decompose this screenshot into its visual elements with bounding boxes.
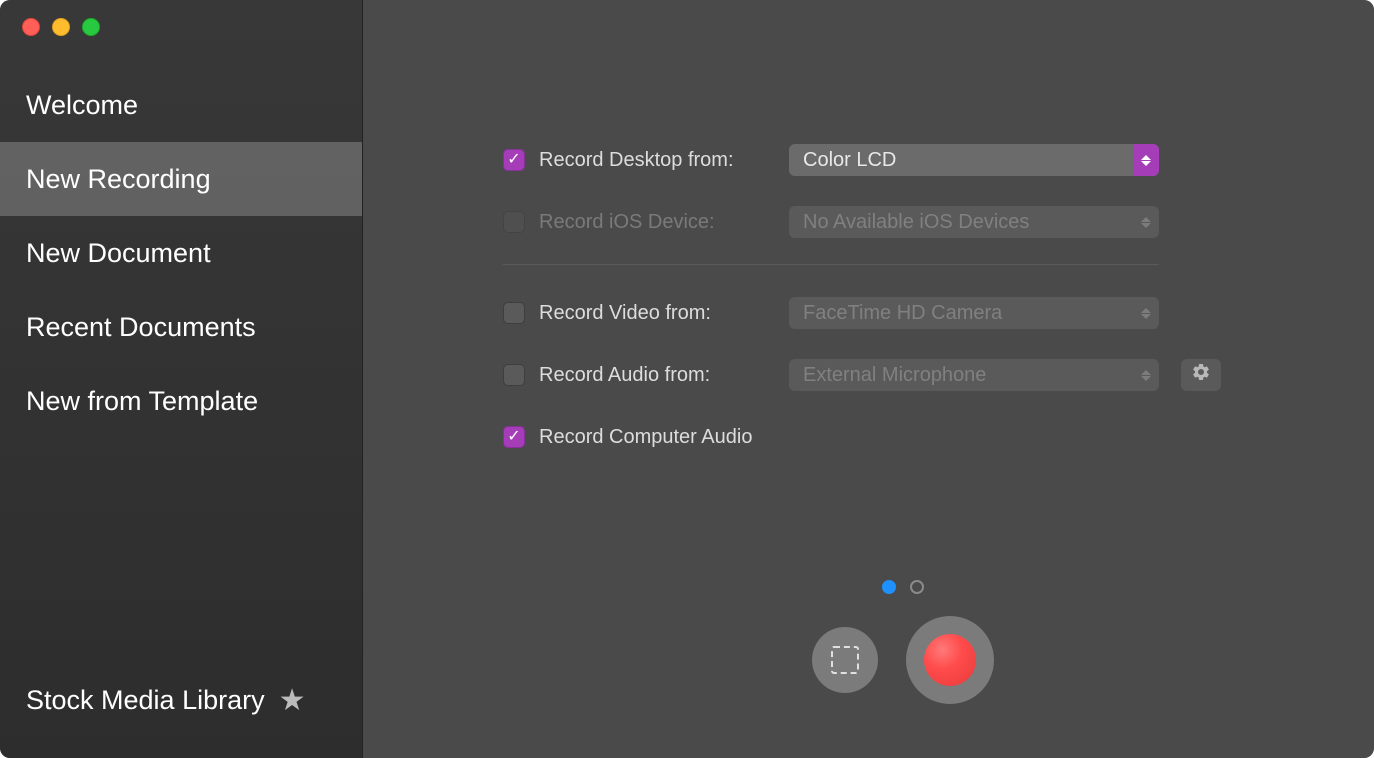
sidebar-item-label: Welcome (26, 90, 138, 121)
bottom-controls (363, 580, 1374, 704)
check-icon: ✓ (507, 152, 520, 168)
select-region-button[interactable] (812, 627, 878, 693)
row-record-audio: Record Audio from: External Microphone (503, 355, 1234, 395)
record-controls (812, 616, 994, 704)
select-value: No Available iOS Devices (803, 211, 1029, 234)
label-record-video: Record Video from: (539, 302, 711, 325)
page-dot-1[interactable] (882, 580, 896, 594)
audio-settings-button[interactable] (1181, 359, 1221, 391)
section-divider (503, 264, 1159, 265)
select-value: External Microphone (803, 364, 986, 387)
fullscreen-window-button[interactable] (82, 18, 100, 36)
page-dot-2[interactable] (910, 580, 924, 594)
row-record-ios: Record iOS Device: No Available iOS Devi… (503, 202, 1234, 242)
select-record-audio[interactable]: External Microphone (789, 359, 1159, 391)
select-record-ios: No Available iOS Devices (789, 206, 1159, 238)
select-stepper-icon (1133, 359, 1159, 391)
checkbox-record-audio[interactable] (503, 364, 525, 386)
close-window-button[interactable] (22, 18, 40, 36)
row-record-video: Record Video from: FaceTime HD Camera (503, 293, 1234, 333)
star-icon: ★ (279, 683, 306, 718)
checkbox-record-computer-audio[interactable]: ✓ (503, 426, 525, 448)
selection-marquee-icon (831, 646, 859, 674)
sidebar-item-new-recording[interactable]: New Recording (0, 142, 362, 216)
record-icon (924, 634, 976, 686)
sidebar-item-label: New Document (26, 238, 211, 269)
sidebar-nav: Welcome New Recording New Document Recen… (0, 68, 362, 438)
select-value: Color LCD (803, 149, 896, 172)
label-record-audio: Record Audio from: (539, 364, 710, 387)
select-record-desktop[interactable]: Color LCD (789, 144, 1159, 176)
app-window: Welcome New Recording New Document Recen… (0, 0, 1374, 758)
minimize-window-button[interactable] (52, 18, 70, 36)
checkbox-record-video[interactable] (503, 302, 525, 324)
sidebar-footer[interactable]: Stock Media Library ★ (0, 683, 362, 758)
sidebar-item-label: Recent Documents (26, 312, 256, 343)
select-record-video[interactable]: FaceTime HD Camera (789, 297, 1159, 329)
label-record-computer-audio: Record Computer Audio (539, 426, 752, 449)
gear-icon (1191, 362, 1211, 388)
label-record-desktop: Record Desktop from: (539, 149, 734, 172)
sidebar-item-label: New Recording (26, 164, 211, 195)
row-record-desktop: ✓ Record Desktop from: Color LCD (503, 140, 1234, 180)
select-stepper-icon (1133, 206, 1159, 238)
sidebar-item-label: New from Template (26, 386, 258, 417)
row-record-computer-audio: ✓ Record Computer Audio (503, 417, 1234, 457)
select-stepper-icon (1133, 144, 1159, 176)
sidebar-item-recent-documents[interactable]: Recent Documents (0, 290, 362, 364)
main-panel: ✓ Record Desktop from: Color LCD Record … (363, 0, 1374, 758)
window-controls (0, 0, 362, 48)
checkbox-record-desktop[interactable]: ✓ (503, 149, 525, 171)
check-icon: ✓ (507, 429, 520, 445)
select-stepper-icon (1133, 297, 1159, 329)
record-button[interactable] (906, 616, 994, 704)
stock-media-library-label: Stock Media Library (26, 685, 265, 716)
sidebar-item-welcome[interactable]: Welcome (0, 68, 362, 142)
label-record-ios: Record iOS Device: (539, 211, 715, 234)
select-value: FaceTime HD Camera (803, 302, 1002, 325)
checkbox-record-ios (503, 211, 525, 233)
sidebar-item-new-document[interactable]: New Document (0, 216, 362, 290)
sidebar: Welcome New Recording New Document Recen… (0, 0, 363, 758)
sidebar-item-new-from-template[interactable]: New from Template (0, 364, 362, 438)
page-indicator (882, 580, 924, 594)
